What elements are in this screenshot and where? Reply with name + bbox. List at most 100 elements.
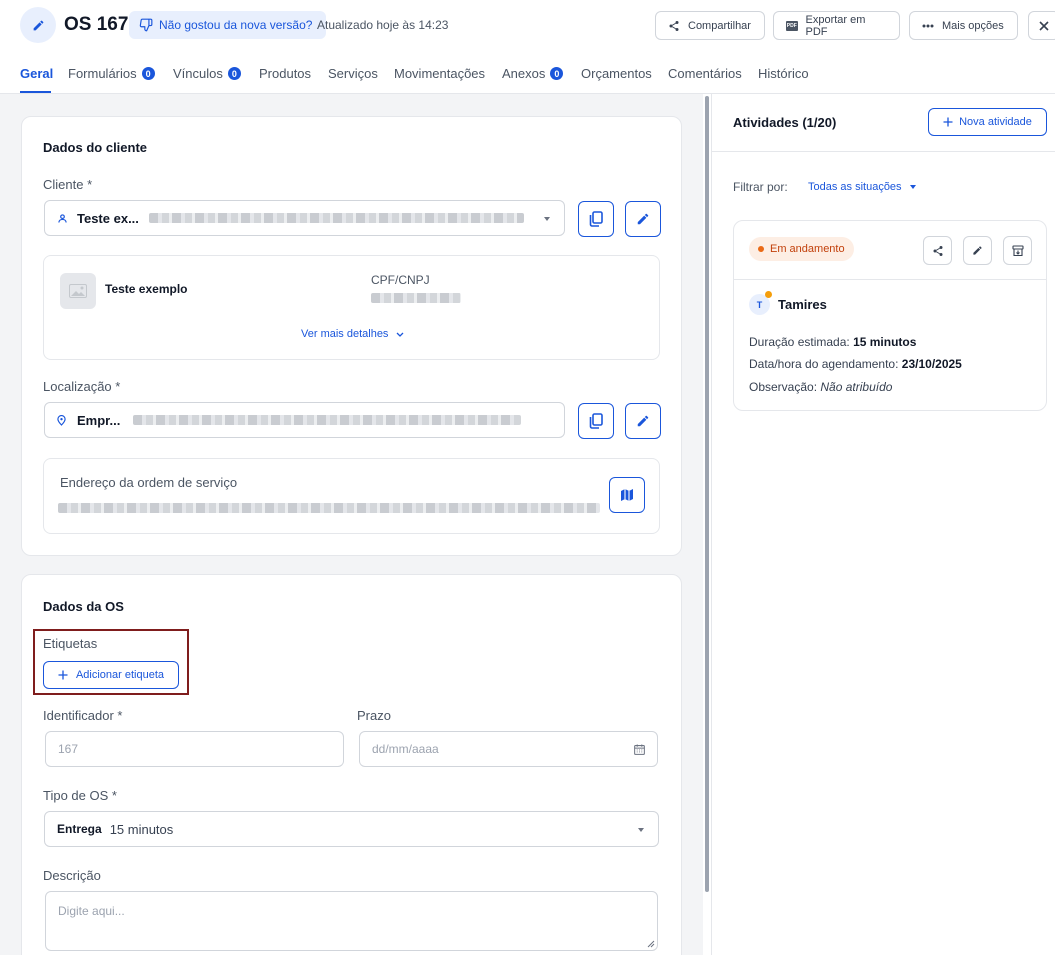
chevron-down-icon — [544, 217, 550, 221]
edit-title-button[interactable] — [20, 7, 56, 43]
schedule-value: 23/10/2025 — [901, 357, 962, 371]
status-badge: Em andamento — [749, 237, 854, 261]
edit-activity-button[interactable] — [963, 236, 992, 265]
edit-location-button[interactable] — [625, 403, 661, 439]
more-horizontal-icon — [922, 24, 934, 27]
tab-label: Orçamentos — [581, 66, 652, 81]
close-button[interactable] — [1028, 11, 1055, 40]
redacted-text — [148, 213, 524, 223]
tab-historico[interactable]: Histórico — [758, 66, 809, 81]
tab-label: Comentários — [668, 66, 742, 81]
redacted-text — [133, 415, 522, 425]
updated-timestamp: Atualizado hoje às 14:23 — [317, 18, 449, 32]
status-dot — [758, 246, 764, 252]
copy-location-button[interactable] — [578, 403, 614, 439]
divider — [711, 94, 712, 955]
tab-formularios[interactable]: Formulários 0 — [68, 66, 155, 81]
os-type-label: Tipo de OS * — [43, 788, 117, 803]
deadline-label: Prazo — [357, 708, 391, 723]
tab-movimentacoes[interactable]: Movimentações — [394, 66, 485, 81]
tab-label: Histórico — [758, 66, 809, 81]
tab-label: Produtos — [259, 66, 312, 81]
cpf-label: CPF/CNPJ — [371, 273, 430, 287]
thumbs-down-icon — [139, 18, 153, 32]
os-type-select[interactable]: Entrega 15 minutos — [44, 811, 659, 847]
plus-icon — [943, 117, 953, 127]
tab-bar: Geral Formulários 0 Vínculos 0 Produtos Se… — [0, 52, 1055, 94]
deadline-input[interactable]: dd/mm/aaaa — [359, 731, 658, 767]
add-tag-label: Adicionar etiqueta — [75, 669, 165, 681]
copy-icon — [589, 413, 603, 429]
pencil-icon — [973, 246, 982, 255]
activity-card[interactable]: Em andamento T Tamires Duração estimada:… — [733, 220, 1047, 411]
star-badge-icon — [765, 291, 772, 298]
chevron-down-icon — [638, 828, 644, 832]
more-options-button[interactable]: Mais opções — [909, 11, 1018, 40]
divider — [734, 279, 1046, 280]
deadline-placeholder: dd/mm/aaaa — [372, 742, 439, 756]
observation-row: Observação: Não atribuído — [749, 380, 892, 394]
duration-value: 15 minutos — [853, 335, 917, 349]
header: OS 167 Não gostou da nova versão? Atuali… — [0, 0, 1055, 52]
tab-label: Formulários — [68, 66, 137, 81]
tab-comentarios[interactable]: Comentários — [668, 66, 742, 81]
pencil-icon — [33, 20, 43, 30]
description-label: Descrição — [43, 868, 101, 883]
activities-title: Atividades (1/20) — [733, 115, 837, 130]
description-placeholder: Digite aqui... — [58, 904, 125, 918]
tab-orcamentos[interactable]: Orçamentos — [581, 66, 652, 81]
client-select[interactable]: Teste ex... — [44, 200, 565, 236]
status-label: Em andamento — [770, 243, 845, 255]
location-select[interactable]: Empr... — [44, 402, 565, 438]
location-value: Empr... — [77, 412, 121, 428]
share-label: Compartilhar — [688, 19, 751, 32]
chevron-down-icon — [909, 185, 916, 189]
location-pin-icon — [57, 414, 66, 426]
active-tab-indicator — [20, 91, 51, 93]
archive-icon — [1011, 244, 1024, 256]
main-scrollbar[interactable] — [705, 96, 709, 892]
copy-client-button[interactable] — [578, 201, 614, 237]
schedule-row: Data/hora do agendamento: 23/10/2025 — [749, 357, 962, 371]
more-details-link[interactable]: Ver mais detalhes — [301, 328, 404, 340]
edit-client-button[interactable] — [625, 201, 661, 237]
share-activity-button[interactable] — [923, 236, 952, 265]
archive-activity-button[interactable] — [1003, 236, 1032, 265]
filter-value: Todas as situações — [808, 181, 902, 193]
client-data-card: Dados do cliente Cliente * Teste ex... T… — [21, 116, 682, 556]
client-value: Teste ex... — [77, 210, 139, 226]
tab-vinculos[interactable]: Vínculos 0 — [173, 66, 241, 81]
add-tag-button[interactable]: Adicionar etiqueta — [43, 661, 179, 689]
tab-label: Serviços — [328, 66, 378, 81]
count-badge: 0 — [550, 67, 564, 80]
observation-label: Observação: — [749, 380, 818, 394]
client-avatar — [60, 273, 96, 309]
tab-label: Geral — [20, 66, 54, 81]
share-icon — [669, 20, 679, 31]
client-label: Cliente * — [43, 177, 93, 192]
tab-produtos[interactable]: Produtos — [259, 66, 311, 81]
filter-dropdown[interactable]: Todas as situações — [808, 181, 916, 193]
feedback-button[interactable]: Não gostou da nova versão? — [129, 11, 327, 39]
assignee-name: Tamires — [778, 297, 827, 312]
os-type-duration: 15 minutos — [109, 821, 174, 837]
resize-handle-icon[interactable] — [647, 940, 655, 948]
identifier-label: Identificador * — [43, 708, 123, 723]
os-data-card: Dados da OS Etiquetas Adicionar etiqueta… — [21, 574, 682, 955]
section-title: Dados do cliente — [43, 140, 148, 155]
share-button[interactable]: Compartilhar — [655, 11, 765, 40]
new-activity-button[interactable]: Nova atividade — [928, 108, 1047, 136]
description-textarea[interactable]: Digite aqui... — [45, 891, 658, 951]
tab-label: Vínculos — [173, 66, 223, 81]
export-pdf-button[interactable]: PDF Exportar em PDF — [773, 11, 900, 40]
tab-geral[interactable]: Geral — [20, 66, 53, 81]
tab-anexos[interactable]: Anexos 0 — [502, 66, 564, 81]
tab-servicos[interactable]: Serviços — [328, 66, 378, 81]
identifier-input[interactable]: 167 — [45, 731, 344, 767]
pdf-icon: PDF — [786, 20, 798, 31]
location-label: Localização * — [43, 379, 121, 394]
image-placeholder-icon — [69, 284, 87, 298]
map-button[interactable] — [609, 477, 645, 513]
observation-value: Não atribuído — [820, 380, 893, 394]
client-details-panel: Teste exemplo CPF/CNPJ Ver mais detalhes — [43, 255, 660, 360]
